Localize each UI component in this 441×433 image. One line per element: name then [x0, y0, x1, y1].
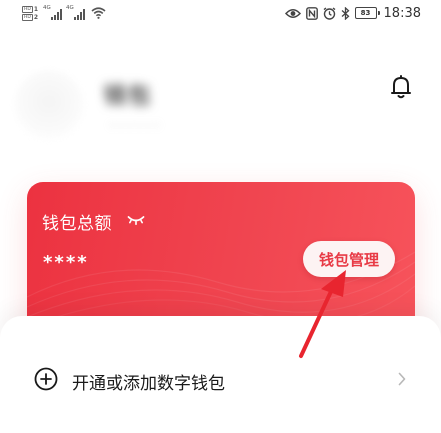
alarm-icon: [323, 6, 336, 20]
nfc-icon: [305, 6, 318, 20]
wallet-total-label: 钱包总额: [42, 214, 112, 234]
clock: 18:38: [383, 5, 421, 21]
add-digital-wallet-row[interactable]: 开通或添加数字钱包: [0, 360, 441, 400]
bell-icon[interactable]: [388, 74, 414, 100]
network-type: 4G: [43, 5, 51, 11]
signal-bars-icon: [51, 9, 63, 20]
hd-label: HD: [22, 5, 33, 13]
signal-bars-icon: [74, 9, 86, 20]
eye-icon: [284, 8, 301, 19]
plus-circle-icon: [34, 367, 58, 391]
battery-icon: 83: [354, 7, 380, 19]
status-bar: HD 1 HD 2 4G 4G 83 18:38: [0, 0, 441, 26]
wallet-manage-button[interactable]: 钱包管理: [303, 241, 395, 277]
sim1-hd-badge: HD 1: [22, 5, 39, 13]
status-bar-right: 83 18:38: [284, 3, 421, 23]
signal-2: 4G: [66, 5, 86, 20]
chevron-right-icon: [397, 371, 407, 387]
wifi-icon: [91, 4, 106, 23]
avatar[interactable]: [14, 70, 84, 140]
sim-indicators: HD 1 HD 2: [22, 5, 39, 21]
sim-number: 2: [33, 13, 39, 21]
add-digital-wallet-label: 开通或添加数字钱包: [72, 374, 225, 394]
bottom-sheet: 开通或添加数字钱包: [0, 316, 441, 433]
wallet-total-amount: ****: [43, 252, 89, 273]
network-type: 4G: [66, 5, 74, 11]
battery-level: 83: [360, 9, 371, 17]
sim-number: 1: [33, 5, 39, 13]
eye-closed-icon[interactable]: [127, 212, 145, 226]
signal-1: 4G: [43, 5, 63, 20]
user-name: 钱包: [104, 84, 153, 109]
bluetooth-icon: [341, 6, 350, 20]
user-subtitle: · · · · · ·: [110, 118, 159, 134]
status-bar-left: HD 1 HD 2 4G 4G: [22, 3, 106, 23]
hd-label: HD: [22, 13, 33, 21]
sim2-hd-badge: HD 2: [22, 13, 39, 21]
